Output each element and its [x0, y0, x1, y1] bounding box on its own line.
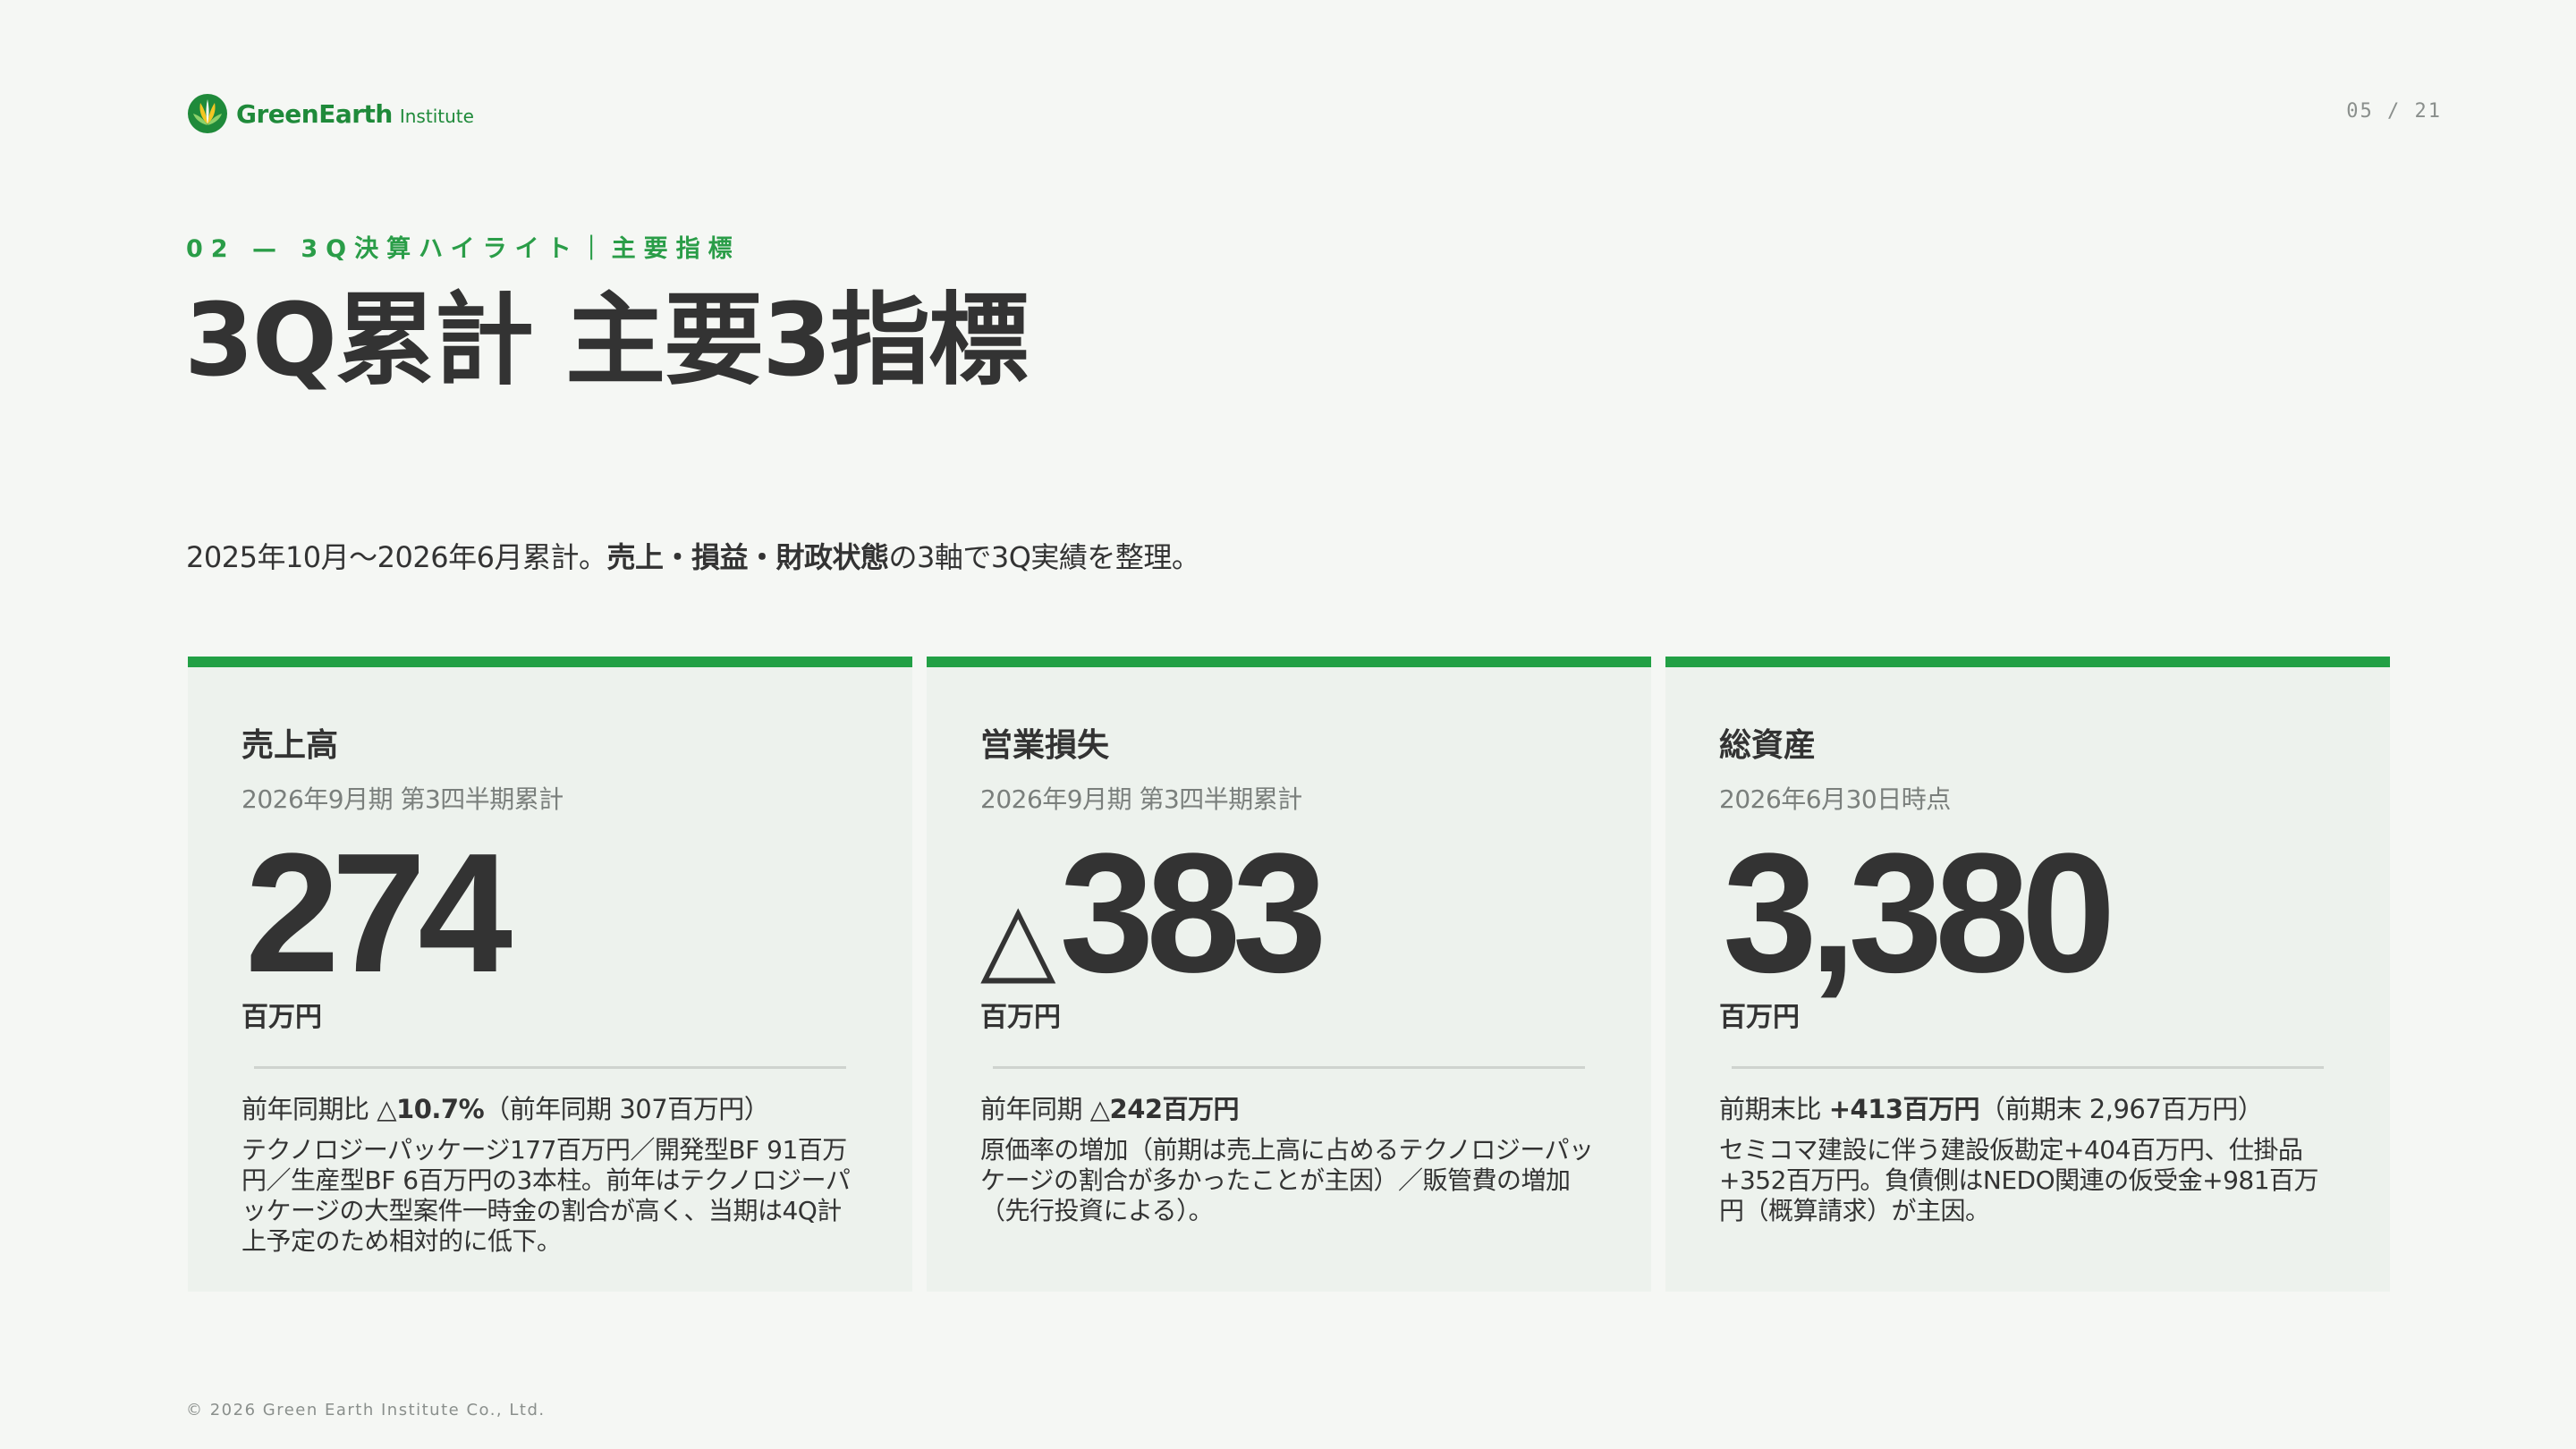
kpi-card-revenue: 売上高 2026年9月期 第3四半期累計 274 百万円 前年同期比 △10.7… [188, 657, 912, 1292]
card-period: 2026年9月期 第3四半期累計 [980, 784, 1302, 814]
lead-text-bold: 売上・損益・財政状態 [606, 540, 889, 574]
page-title: 3Q累計 主要3指標 [184, 283, 1029, 399]
lead-text-after: の3軸で3Q実績を整理。 [888, 540, 1200, 574]
card-note: 原価率の増加（前期は売上高に占めるテクノロジーパッケージの割合が多かったことが主… [980, 1135, 1594, 1225]
section-label: 02 — 3Q決算ハイライト｜主要指標 [186, 235, 741, 263]
lead-text: 2025年10月〜2026年6月累計。売上・損益・財政状態の3軸で3Q実績を整理… [186, 535, 1200, 576]
card-divider [993, 1066, 1585, 1069]
card-value: 3,380 [1723, 818, 2115, 1008]
card-compare-label: 前期末比 [1719, 1094, 1829, 1124]
card-compare: 前年同期 △242百万円 [980, 1089, 1597, 1126]
card-compare: 前期末比 +413百万円（前期末 2,967百万円） [1719, 1089, 2336, 1126]
card-compare-label: 前年同期比 [242, 1094, 377, 1124]
card-value-row: 274 [242, 828, 859, 998]
card-compare-rest: （前年同期 307百万円） [484, 1094, 770, 1124]
lead-text-before: 2025年10月〜2026年6月累計。 [186, 540, 607, 574]
card-value: 274 [245, 818, 513, 1008]
kpi-card-total-assets: 総資産 2026年6月30日時点 3,380 百万円 前期末比 +413百万円（… [1665, 657, 2390, 1292]
kpi-card-operating-loss: 営業損失 2026年9月期 第3四半期累計 △ 383 百万円 前年同期 △24… [927, 657, 1651, 1292]
card-period: 2026年6月30日時点 [1719, 784, 1951, 814]
card-compare: 前年同期比 △10.7%（前年同期 307百万円） [242, 1089, 859, 1126]
card-divider [254, 1066, 846, 1069]
card-note: セミコマ建設に伴う建設仮勘定+404百万円、仕掛品+352百万円。負債側はNED… [1719, 1135, 2319, 1225]
leaf-logo-icon [188, 94, 227, 133]
page-number: 05 / 21 [2346, 100, 2442, 123]
kpi-cards: 売上高 2026年9月期 第3四半期累計 274 百万円 前年同期比 △10.7… [188, 657, 2390, 1292]
card-compare-value: △10.7% [377, 1094, 485, 1124]
card-value-row: 3,380 [1719, 828, 2336, 998]
footer-copyright: © 2026 Green Earth Institute Co., Ltd. [186, 1401, 546, 1419]
card-note: テクノロジーパッケージ177百万円／開発型BF 91百万円／生産型BF 6百万円… [242, 1135, 851, 1256]
logo-text-sub: Institute [399, 106, 474, 127]
card-compare-value: △242百万円 [1089, 1094, 1240, 1124]
card-title: 営業損失 [980, 727, 1110, 764]
card-period: 2026年9月期 第3四半期累計 [242, 784, 564, 814]
card-title: 総資産 [1719, 727, 1817, 764]
logo-text-main: GreenEarth [236, 98, 393, 129]
company-logo: GreenEarth Institute [186, 91, 474, 136]
card-value-row: △ 383 [980, 828, 1597, 998]
card-divider [1732, 1066, 2324, 1069]
card-value-prefix: △ [980, 880, 1056, 995]
card-compare-rest: （前期末 2,967百万円） [1979, 1094, 2264, 1124]
card-value: 383 [1059, 818, 1327, 1008]
card-compare-value: +413百万円 [1828, 1094, 1980, 1124]
card-compare-label: 前年同期 [980, 1094, 1090, 1124]
card-title: 売上高 [242, 727, 339, 764]
